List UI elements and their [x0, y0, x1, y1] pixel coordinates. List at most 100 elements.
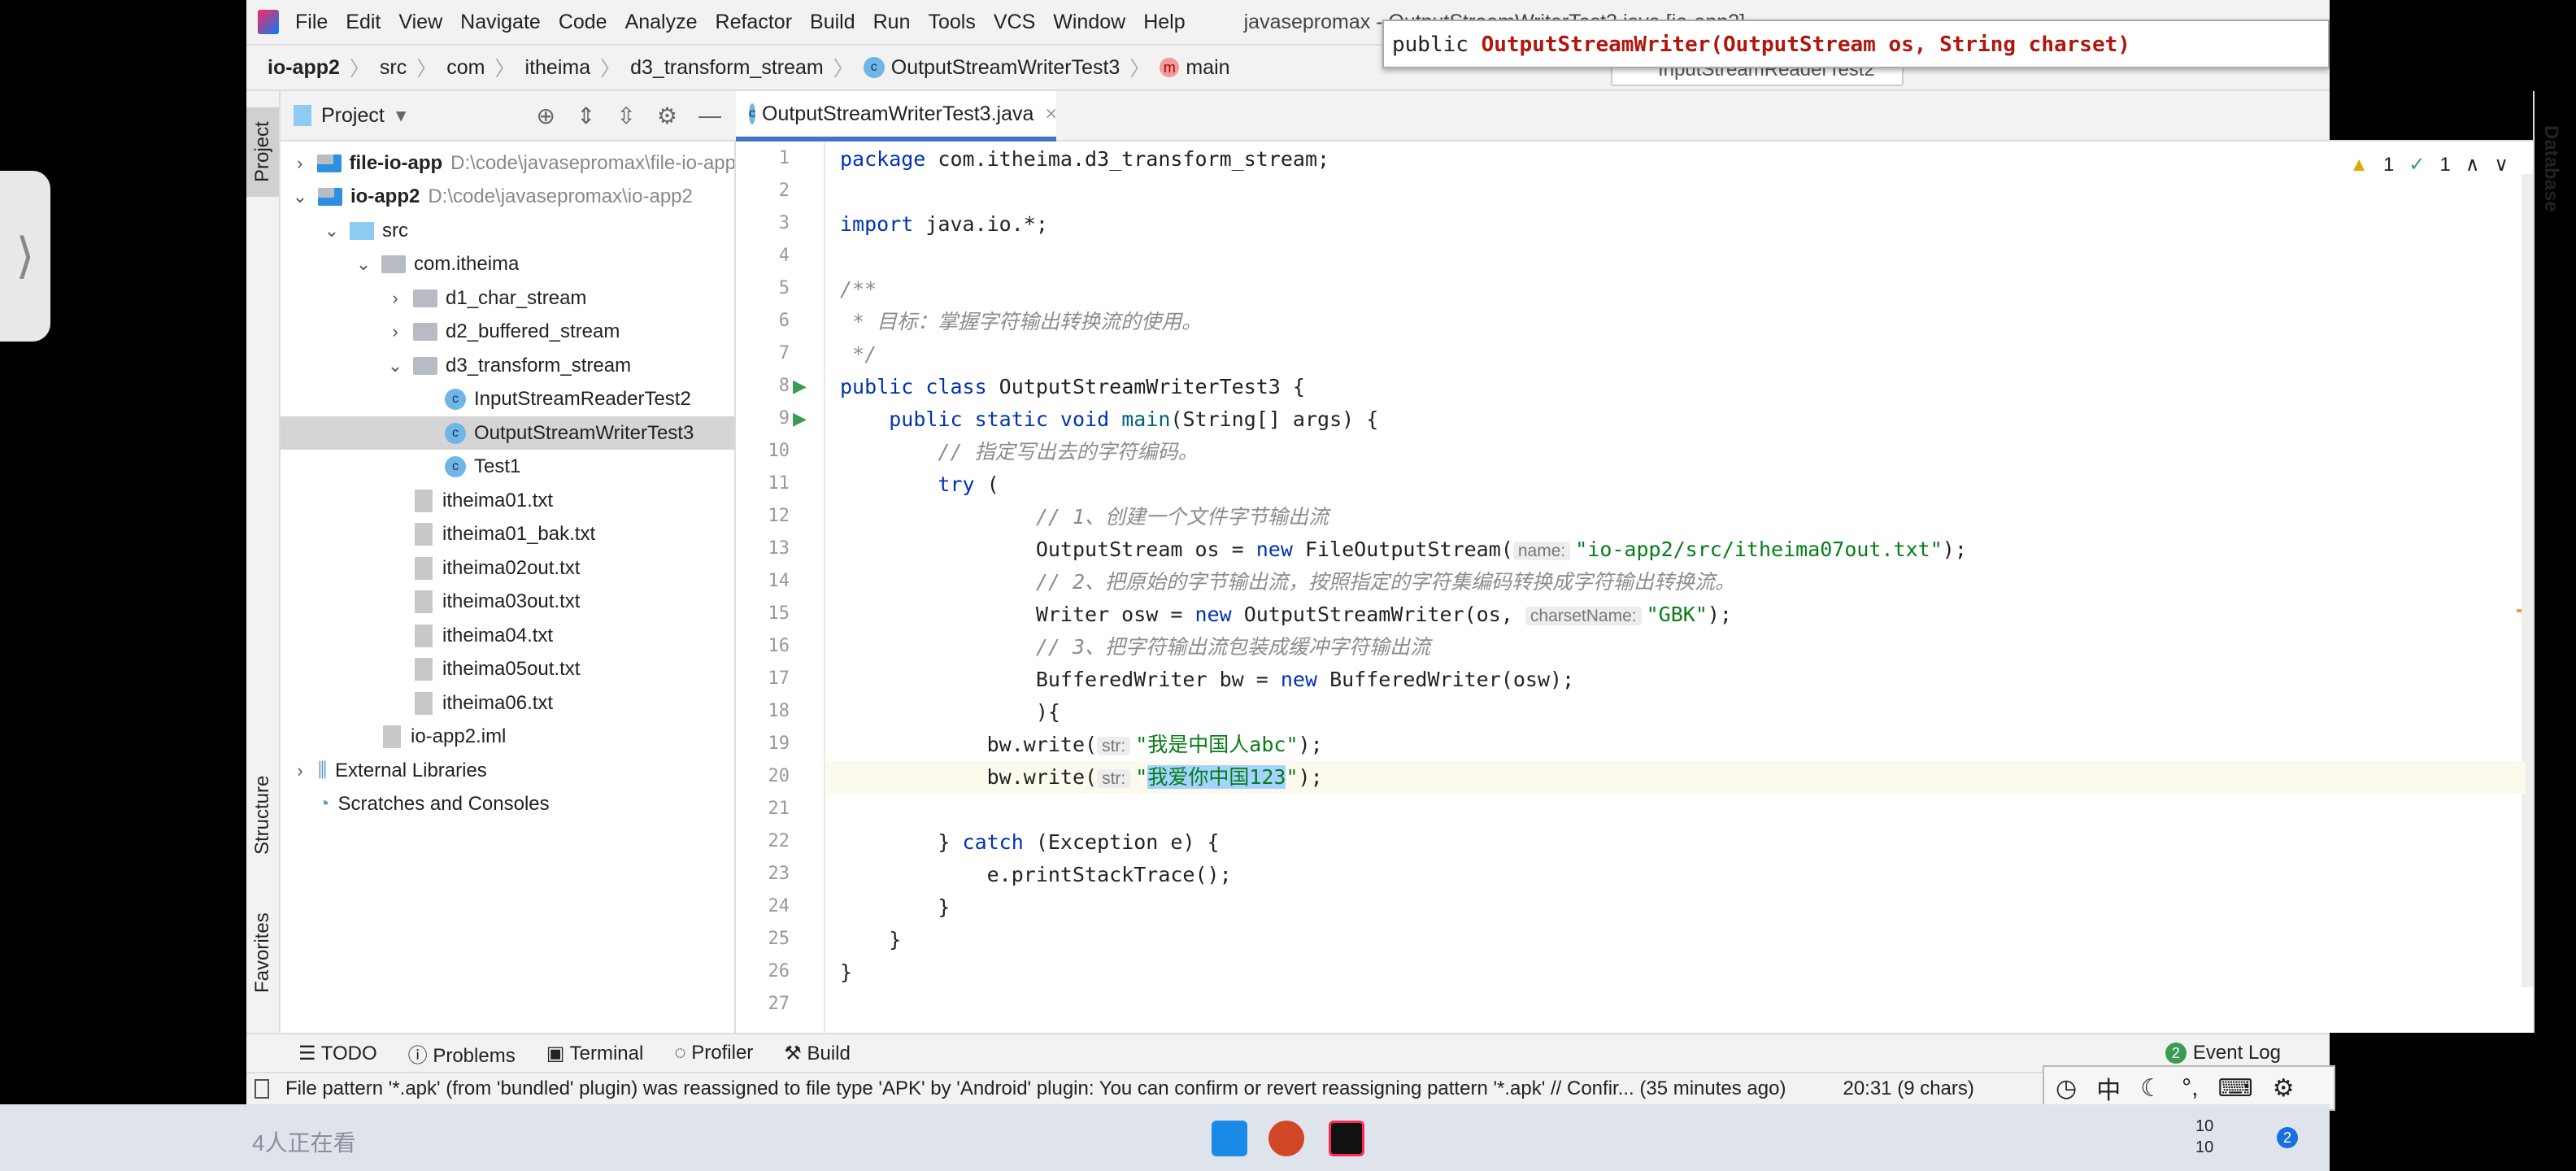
side-panel-handle[interactable]: ⟩	[0, 171, 50, 342]
breadcrumb-item[interactable]: d3_transform_stream	[630, 56, 824, 80]
chevron-down-icon[interactable]: ⌄	[385, 355, 405, 377]
tool-todo[interactable]: ☰ TODO	[298, 1042, 377, 1065]
tree-item[interactable]: ◔ Scratches and Consoles	[281, 788, 734, 821]
caret-position[interactable]: 20:31 (9 chars)	[1843, 1077, 1973, 1100]
tree-item[interactable]: ⌄ io-app2 D:\code\javasepromax\io-app2	[281, 181, 734, 214]
tree-path: D:\code\javasepromax\io-app2	[428, 185, 693, 207]
code-editor[interactable]: 1 2 3 4 5 6 7 8 ▶ 9 ▶ 10 11 12 13 14 15 16 17 18 19 20 21 22 23 2…	[736, 141, 2535, 1033]
scrollbar[interactable]	[2522, 174, 2533, 987]
menu-analyze[interactable]: Analyze	[625, 11, 698, 34]
menu-help[interactable]: Help	[1143, 11, 1185, 34]
chevron-down-icon[interactable]: ⌄	[354, 254, 373, 275]
punctuation-icon[interactable]: °,	[2182, 1074, 2198, 1102]
tree-item[interactable]: itheima06.txt	[281, 686, 734, 720]
chevron-down-icon[interactable]: ⌄	[322, 220, 342, 242]
tree-item[interactable]: ⌄ com.itheima	[281, 248, 734, 281]
tree-item[interactable]: › ⫼ External Libraries	[281, 754, 734, 787]
menu-vcs[interactable]: VCS	[994, 11, 1035, 34]
notification-badge[interactable]: 2	[2277, 1127, 2298, 1148]
profiler-icon: ◌	[674, 1042, 692, 1064]
next-highlight-icon[interactable]: ∨	[2494, 153, 2509, 176]
tree-item[interactable]: itheima03out.txt	[281, 586, 734, 619]
event-log-button[interactable]: 2 Event Log	[2165, 1042, 2281, 1064]
breadcrumb-item[interactable]: itheima	[525, 56, 591, 80]
tree-item[interactable]: itheima02out.txt	[281, 551, 734, 585]
chevron-right-icon[interactable]: ›	[290, 153, 309, 174]
code-token: new	[1255, 538, 1293, 561]
tree-item[interactable]: ⌄ src	[281, 214, 734, 247]
chevron-down-icon[interactable]: ⌄	[290, 186, 310, 207]
tooltip-signature: OutputStreamWriter(OutputStream os, Stri…	[1481, 33, 2130, 57]
tree-item[interactable]: c Test1	[281, 451, 734, 484]
collapse-all-icon[interactable]: ⇳	[616, 102, 635, 129]
tree-item[interactable]: io-app2.iml	[281, 720, 734, 754]
tool-terminal[interactable]: ▣ Terminal	[546, 1042, 644, 1065]
menu-navigate[interactable]: Navigate	[460, 11, 541, 34]
project-view-select[interactable]: Project	[321, 104, 385, 128]
project-tool-tab[interactable]: Project	[246, 107, 279, 197]
windows-start-icon[interactable]	[1212, 1121, 1247, 1156]
tool-problems[interactable]: ⓘ Problems	[408, 1039, 516, 1068]
tree-item[interactable]: c OutputStreamWriterTest3	[281, 416, 734, 450]
inspection-widget[interactable]: ▲ 1 ✓ 1 ∧ ∨	[2349, 153, 2509, 176]
breadcrumb-label: main	[1186, 55, 1230, 79]
gear-icon[interactable]: ⚙	[657, 102, 677, 129]
tree-item[interactable]: itheima05out.txt	[281, 653, 734, 686]
status-message[interactable]: File pattern '*.apk' (from 'bundled' plu…	[285, 1077, 1786, 1100]
menu-tools[interactable]: Tools	[928, 11, 975, 34]
run-gutter-icon[interactable]: ▶	[793, 376, 807, 397]
powerpoint-icon[interactable]	[1268, 1121, 1304, 1156]
breadcrumb-item[interactable]: m main	[1160, 55, 1230, 80]
code-line: Writer osw = new OutputStreamWriter(os, …	[840, 599, 1732, 631]
code-token: // 3、把字符输出流包装成缓冲字符输出流	[840, 635, 1431, 659]
menu-build[interactable]: Build	[810, 11, 855, 34]
chevron-right-icon[interactable]: ›	[290, 760, 310, 781]
breadcrumb-item[interactable]: src	[380, 56, 407, 80]
close-icon[interactable]: ×	[1045, 102, 1057, 126]
gear-icon[interactable]: ⚙	[2273, 1074, 2295, 1103]
code-token: (String[] args) {	[1170, 407, 1379, 431]
menu-refactor[interactable]: Refactor	[716, 11, 792, 34]
tool-profiler[interactable]: ◌ Profiler	[674, 1042, 753, 1064]
module-folder-icon	[317, 154, 342, 172]
menu-view[interactable]: View	[398, 11, 442, 34]
menu-code[interactable]: Code	[559, 11, 607, 34]
line-number: 25	[768, 929, 790, 949]
ime-mode[interactable]: 中	[2096, 1070, 2121, 1106]
run-gutter-icon[interactable]: ▶	[793, 408, 807, 429]
database-tool-tab[interactable]: Database	[2535, 107, 2567, 229]
locate-icon[interactable]: ⊕	[536, 102, 555, 129]
tree-item[interactable]: › d2_buffered_stream	[281, 316, 734, 349]
favorites-tool-tab[interactable]: Favorites	[246, 896, 279, 1010]
tree-item[interactable]: itheima01_bak.txt	[281, 518, 734, 551]
breadcrumb-item[interactable]: c OutputStreamWriterTest3	[863, 55, 1120, 80]
clock[interactable]: 10 10	[2195, 1116, 2213, 1158]
tree-item[interactable]: itheima01.txt	[281, 484, 734, 517]
tab-outputstreamwritertest3[interactable]: c OutputStreamWriterTest3.java ×	[736, 91, 1057, 141]
menu-window[interactable]: Window	[1053, 11, 1125, 34]
breadcrumb-label: OutputStreamWriterTest3	[890, 55, 1120, 79]
tree-item[interactable]: › d1_char_stream	[281, 281, 734, 315]
expand-all-icon[interactable]: ⇕	[577, 102, 595, 129]
keyboard-icon[interactable]: ⌨	[2217, 1074, 2252, 1103]
menu-run[interactable]: Run	[873, 11, 911, 34]
ime-logo-icon[interactable]: ◷	[2056, 1074, 2077, 1103]
breadcrumb-item[interactable]: com	[446, 56, 485, 80]
menu-file[interactable]: File	[295, 11, 328, 34]
moon-icon[interactable]: ☾	[2140, 1074, 2162, 1103]
chevron-down-icon[interactable]: ▾	[396, 103, 407, 128]
menu-edit[interactable]: Edit	[346, 11, 381, 34]
tree-item[interactable]: › file-io-app D:\code\javasepromax\file-io…	[281, 146, 734, 180]
chevron-right-icon[interactable]: ›	[385, 321, 405, 342]
class-icon: c	[863, 57, 885, 78]
intellij-taskbar-icon[interactable]	[1329, 1121, 1364, 1156]
tree-item[interactable]: ⌄ d3_transform_stream	[281, 349, 734, 382]
breadcrumb-item[interactable]: io-app2	[268, 56, 340, 80]
hide-icon[interactable]: —	[698, 102, 721, 129]
prev-highlight-icon[interactable]: ∧	[2465, 153, 2480, 176]
tree-item[interactable]: itheima04.txt	[281, 619, 734, 652]
structure-tool-tab[interactable]: Structure	[246, 758, 279, 872]
tree-item[interactable]: c InputStreamReaderTest2	[281, 383, 734, 416]
chevron-right-icon[interactable]: ›	[385, 288, 405, 309]
tool-build[interactable]: ⚒ Build	[784, 1042, 851, 1065]
